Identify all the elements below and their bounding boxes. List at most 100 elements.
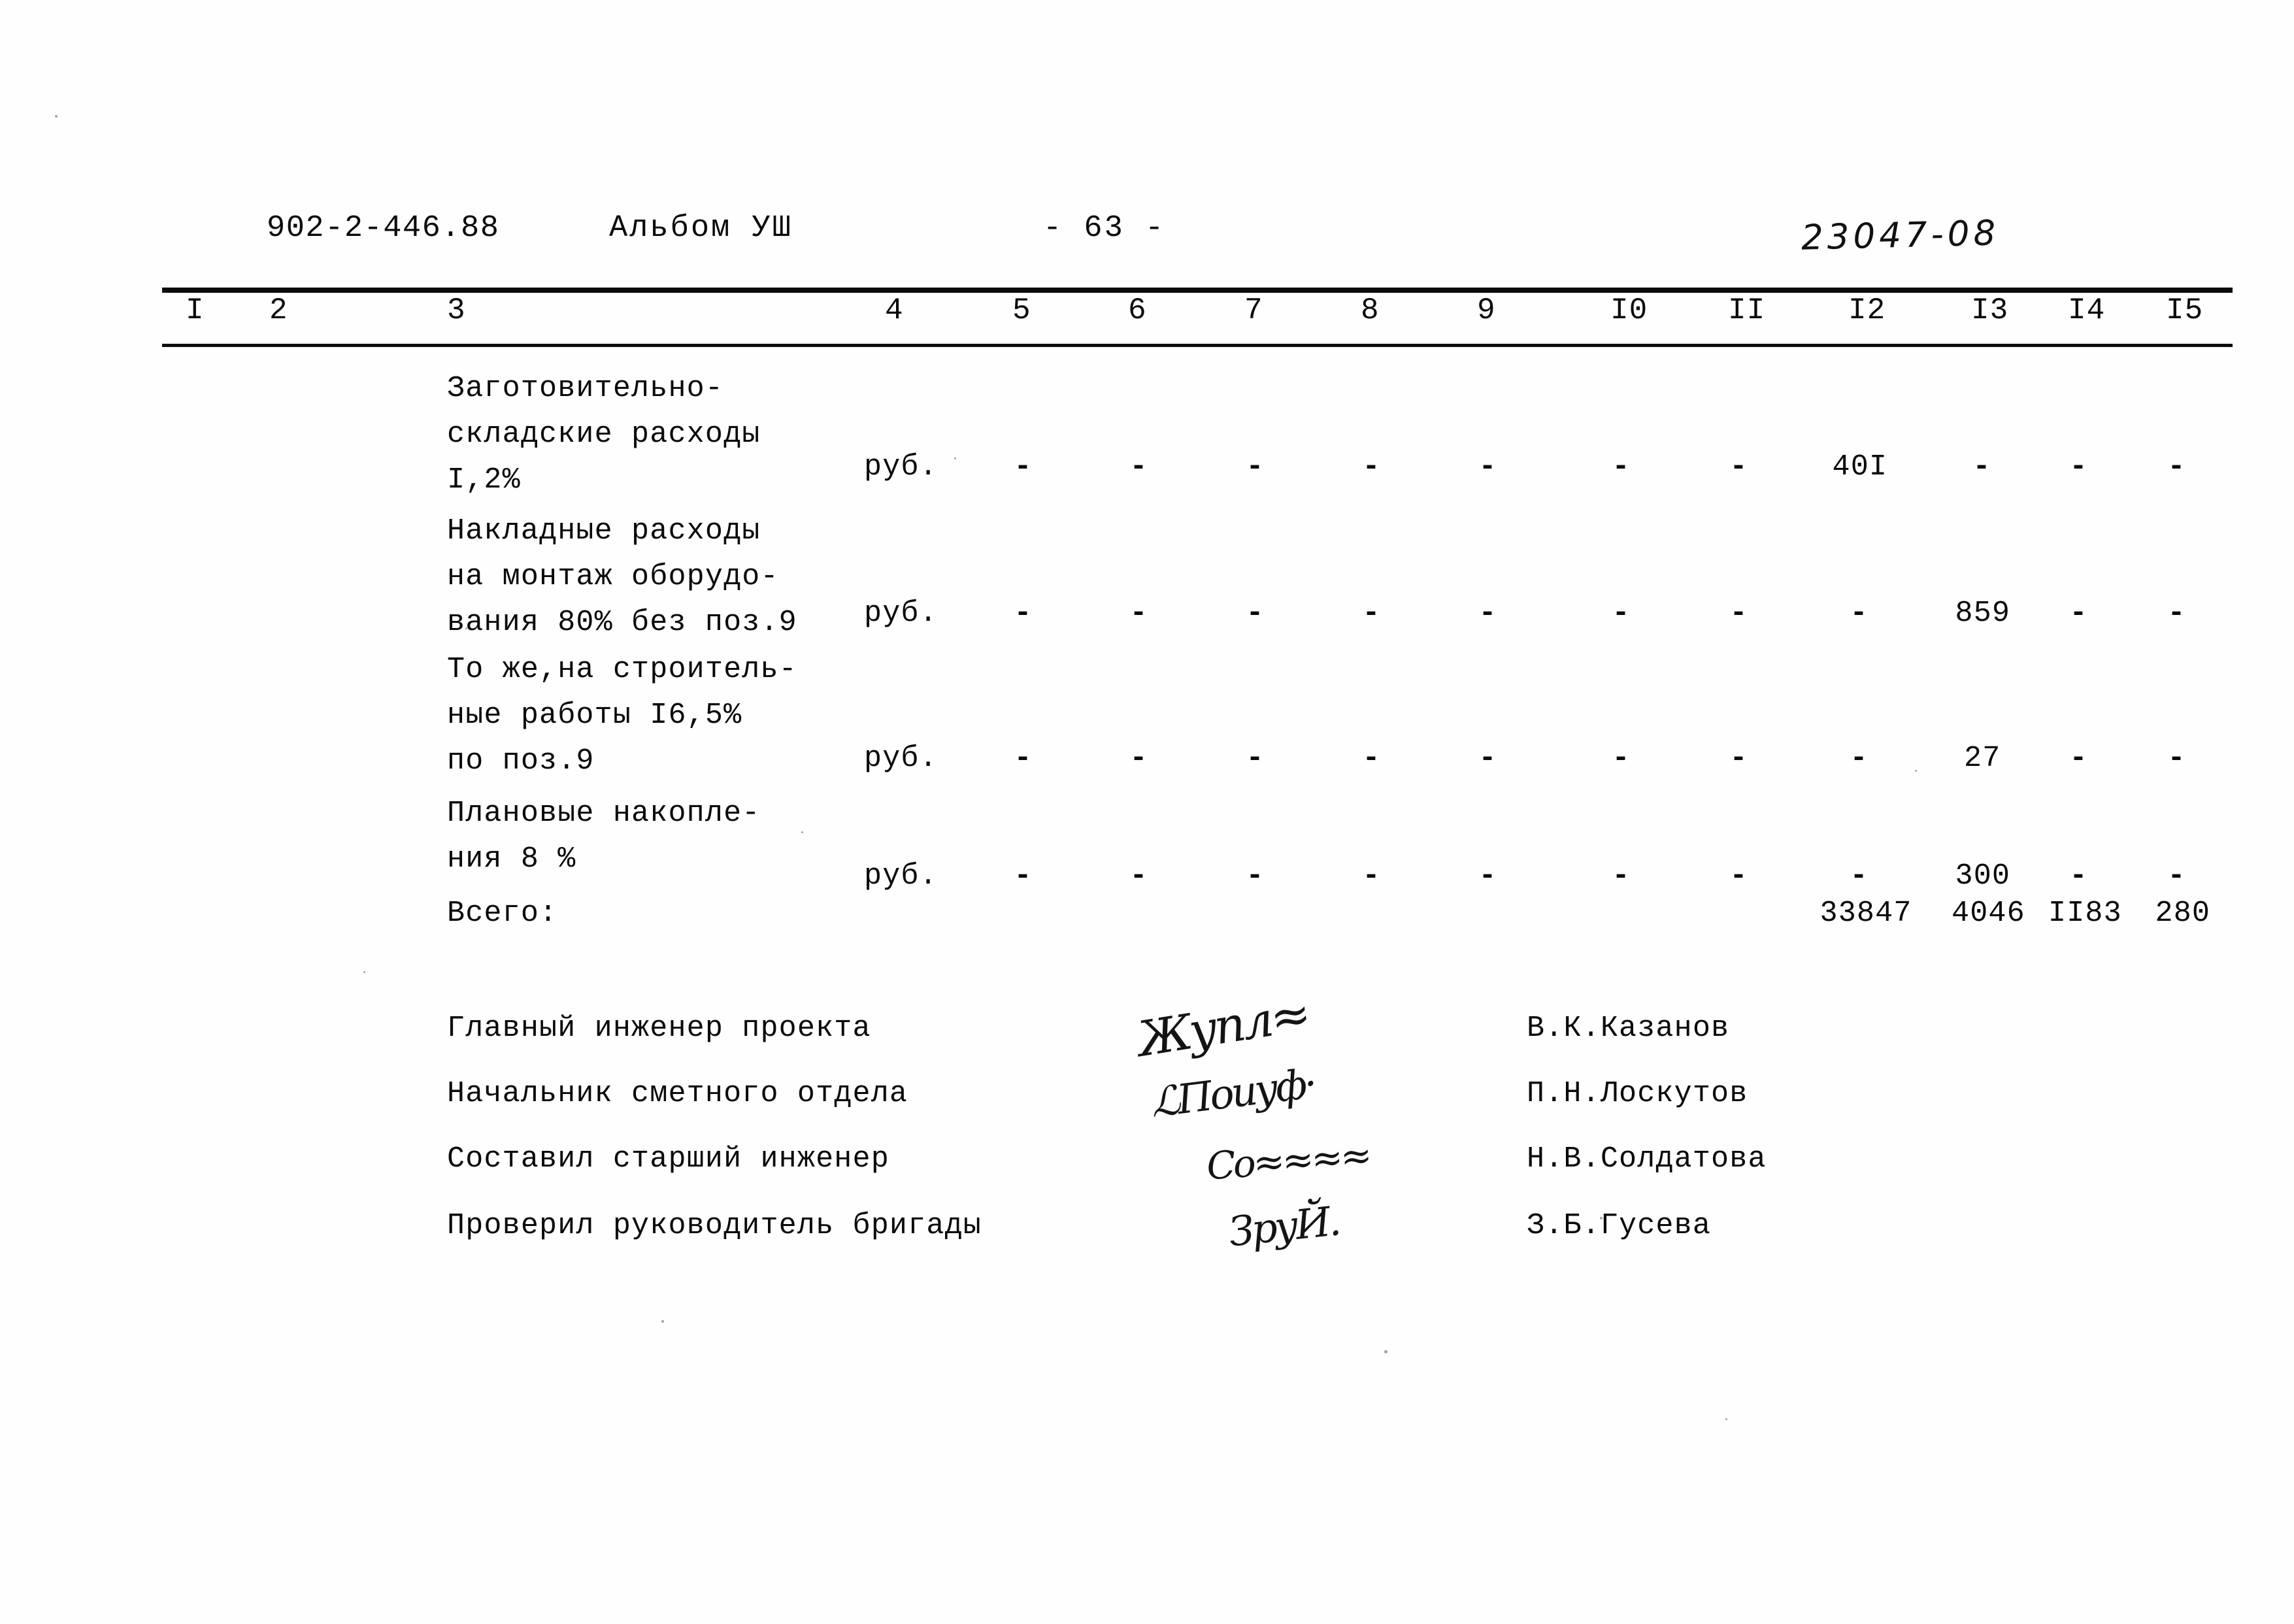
column-header-3: 3 [447,293,466,327]
row-dash-col-5: - [1014,450,1032,484]
row-unit: руб. [864,597,938,630]
signature-name: З.Б.Гусева [1527,1209,1712,1242]
row-dash-col-6: - [1129,859,1148,893]
row-description: Заготовительно- складские расходы I,2% [447,372,761,497]
row-dash-col-11: - [1729,859,1748,893]
column-header-4: 4 [885,293,904,327]
row-dash-col-10: - [1612,742,1630,775]
column-header-6: 6 [1128,293,1147,327]
column-header-9: 9 [1477,293,1496,327]
scan-speckle [661,1320,664,1323]
row-dash-col-9: - [1478,450,1497,484]
column-header-5: 5 [1012,293,1031,327]
row-dash-col-9: - [1478,859,1497,893]
row-dash-col-12: - [1850,742,1868,775]
page-number: - 63 - [1043,211,1166,246]
row-dash-col-15: - [2167,597,2186,630]
row-dash-col-10: - [1612,597,1630,630]
signature-row: Составил старший инженер Н.В.Солдатова [0,1142,2294,1206]
scan-speckle [954,457,956,459]
column-header-1: I [186,293,205,327]
row-description: Плановые накопле- ния 8 % [447,797,761,876]
row-unit: руб. [864,859,938,893]
row-dash-col-10: - [1612,450,1630,484]
project-code: 902-2-446.88 [267,211,500,246]
row-dash-col-7: - [1246,742,1264,775]
row-dash-col-12: - [1850,859,1868,893]
row-dash-col-8: - [1362,597,1380,630]
scan-speckle [801,831,803,833]
scan-speckle [363,971,365,973]
signature-title: Начальник сметного отдела [447,1077,908,1110]
row-dash-col-9: - [1478,742,1497,775]
column-header-2: 2 [269,293,288,327]
scan-speckle [1915,770,1917,772]
row-dash-col-15: - [2167,742,2186,775]
row-dash-col-5: - [1014,859,1032,893]
row-value-col-13: 300 [1955,859,2011,893]
row-dash-col-14: - [2069,450,2087,484]
totals-label: Всего: [447,897,558,930]
total-value-col-15: 280 [2155,897,2211,930]
row-value-col-13: 859 [1955,597,2011,630]
row-dash-col-6: - [1129,450,1148,484]
signature-title: Проверил руководитель бригады [447,1209,982,1242]
column-header-10: I0 [1610,293,1648,327]
row-dash-col-5: - [1014,597,1032,630]
row-dash-col-11: - [1729,597,1748,630]
row-dash-col-14: - [2069,742,2087,775]
column-header-11: II [1728,293,1766,327]
signature-title: Составил старший инженер [447,1142,889,1176]
total-value-col-13: 4046 [1952,897,2025,930]
signature-row: Начальник сметного отдела П.Н.Лоскутов [0,1077,2294,1141]
column-header-15: I5 [2166,293,2204,327]
signature-name: В.К.Казанов [1527,1012,1730,1045]
scan-speckle [55,115,58,118]
table-column-headers: I 2 3 4 5 6 7 8 9 I0 II I2 I3 I4 I5 [0,295,2294,339]
row-value-col-12: 40I [1832,450,1888,484]
row-dash-col-15: - [2167,450,2186,484]
handwritten-stamp: 23047-08 [1801,213,2000,258]
row-description: То же,на строитель- ные работы I6,5% по … [447,653,797,778]
column-header-7: 7 [1244,293,1263,327]
scan-speckle [465,627,467,629]
row-dash-col-6: - [1129,597,1148,630]
table-header-rule [162,344,2233,347]
signature-row: Проверил руководитель бригады З.Б.Гусева [0,1209,2294,1273]
row-dash-col-7: - [1246,450,1264,484]
scan-speckle [1384,1350,1388,1353]
row-dash-col-12: - [1850,597,1868,630]
document-page: 902-2-446.88 Альбом УШ - 63 - 23047-08 I… [0,0,2294,1624]
scan-speckle [1600,1217,1603,1219]
row-dash-col-7: - [1246,859,1264,893]
row-dash-col-8: - [1362,450,1380,484]
row-dash-col-11: - [1729,742,1748,775]
row-dash-col-9: - [1478,597,1497,630]
column-header-8: 8 [1361,293,1380,327]
signature-row: Главный инженер проекта В.К.Казанов [0,1012,2294,1076]
row-unit: руб. [864,450,938,484]
column-header-12: I2 [1848,293,1886,327]
signature-name: П.Н.Лоскутов [1527,1077,1748,1110]
row-dash-col-14: - [2069,859,2087,893]
total-value-col-12: 33847 [1820,897,1912,930]
row-value-col-13: 27 [1964,742,2001,775]
row-dash-col-11: - [1729,450,1748,484]
row-dash-col-10: - [1612,859,1630,893]
total-value-col-14: II83 [2048,897,2122,930]
row-dash-col-15: - [2167,859,2186,893]
row-dash-col-8: - [1362,859,1380,893]
column-header-13: I3 [1971,293,2009,327]
row-dash-col-6: - [1129,742,1148,775]
row-dash-col-7: - [1246,597,1264,630]
row-description: Накладные расходы на монтаж оборудо- ван… [447,514,797,639]
signature-name: Н.В.Солдатова [1527,1142,1767,1176]
column-header-14: I4 [2068,293,2106,327]
row-dash-col-14: - [2069,597,2087,630]
signature-title: Главный инженер проекта [447,1012,871,1045]
table-top-rule [162,288,2233,293]
row-dash-col-5: - [1014,742,1032,775]
album-label: Альбом УШ [609,211,793,246]
row-unit: руб. [864,742,938,775]
scan-speckle [1725,1418,1727,1420]
